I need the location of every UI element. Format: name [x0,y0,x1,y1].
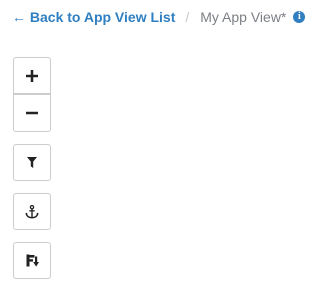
plus-icon [26,69,38,82]
filter-icon [27,157,37,168]
current-view-title: My App View* [200,9,287,25]
zoom-out-button[interactable] [13,94,51,132]
zoom-controls [13,57,51,132]
minus-icon [26,111,38,115]
layout-button[interactable] [13,242,51,279]
info-icon[interactable]: i [293,11,306,23]
back-to-app-view-list-link[interactable]: ← Back to App View List [12,9,175,25]
anchor-button[interactable] [13,193,51,230]
breadcrumb-separator: / [185,9,190,25]
flow-layout-icon [26,254,39,267]
filter-button[interactable] [13,144,51,181]
zoom-in-button[interactable] [13,57,51,94]
anchor-icon [25,204,39,219]
breadcrumb: ← Back to App View List / My App View* i [12,7,306,27]
